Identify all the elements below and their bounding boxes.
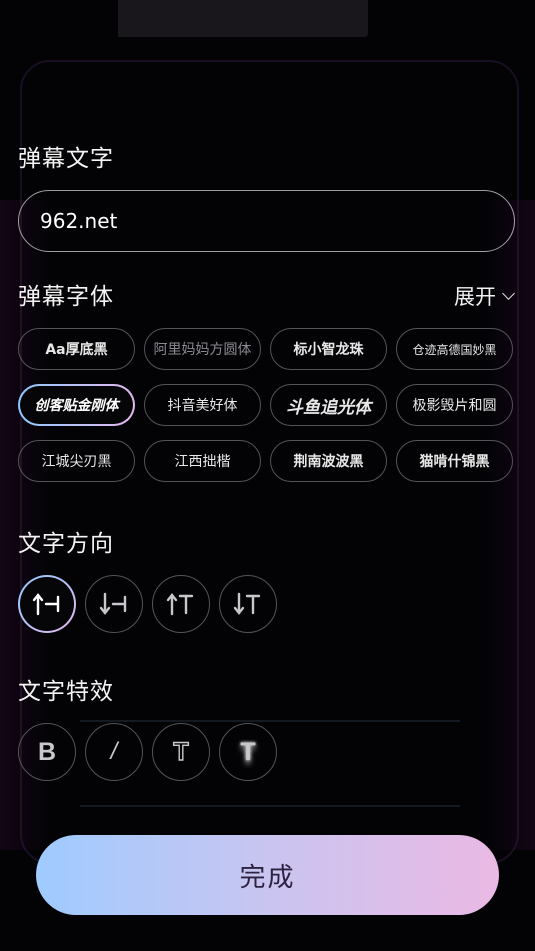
arrow-up-bar-icon [32,593,60,616]
bold-effect-button[interactable]: B [18,723,76,781]
italic-icon: / [110,738,118,765]
font-chip[interactable]: 阿里妈妈方圆体 [144,328,261,370]
text-section-label: 弹幕文字 [18,146,114,172]
chevron-down-icon [502,286,515,300]
direction-section-label: 文字方向 [18,531,114,557]
direction-up-top-button[interactable] [152,575,210,633]
direction-down-top-button[interactable] [219,575,277,633]
italic-effect-button[interactable]: / [85,723,143,781]
font-chip[interactable]: 猫啃什锦黑 [396,440,513,482]
font-chip[interactable]: 标小智龙珠 [270,328,387,370]
effect-section-label: 文字特效 [18,679,114,705]
expand-fonts-button[interactable]: 展开 [454,281,515,311]
font-chip[interactable]: 江西拙楷 [144,440,261,482]
background-line [80,720,460,722]
font-chip[interactable]: Aa厚底黑 [18,328,135,370]
font-chip[interactable]: 江城尖刃黑 [18,440,135,482]
font-grid: Aa厚底黑 阿里妈妈方圆体 标小智龙珠 仓迹高德国妙黑 创客贴金刚体 抖音美好体… [18,328,513,482]
font-chip[interactable]: 仓迹高德国妙黑 [396,328,513,370]
font-chip[interactable]: 荆南波波黑 [270,440,387,482]
shadow-effect-button[interactable]: T [219,723,277,781]
font-chip[interactable]: 极影毁片和圆 [396,384,513,426]
expand-label: 展开 [454,285,496,309]
arrow-up-t-icon [166,593,194,616]
top-bar-shape [118,0,368,37]
effect-options: B / T T [18,723,277,781]
bold-icon: B [37,737,57,766]
done-button-label: 完成 [239,862,296,893]
arrow-down-bar-icon [99,592,127,615]
font-section-label: 弹幕字体 [18,284,114,310]
direction-up-left-button[interactable] [18,575,76,633]
font-chip[interactable]: 斗鱼追光体 [270,384,387,426]
font-chip[interactable]: 抖音美好体 [144,384,261,426]
danmaku-text-input[interactable]: 962.net [18,190,515,252]
done-button[interactable]: 完成 [36,835,499,915]
font-chip-selected[interactable]: 创客贴金刚体 [18,384,135,426]
outline-effect-button[interactable]: T [152,723,210,781]
danmaku-text-value: 962.net [40,209,118,233]
arrow-down-t-icon [233,592,261,615]
background-line [80,805,460,807]
outline-text-icon: T [173,737,190,766]
direction-down-left-button[interactable] [85,575,143,633]
shadow-text-icon: T [240,737,256,766]
direction-options [18,575,277,633]
